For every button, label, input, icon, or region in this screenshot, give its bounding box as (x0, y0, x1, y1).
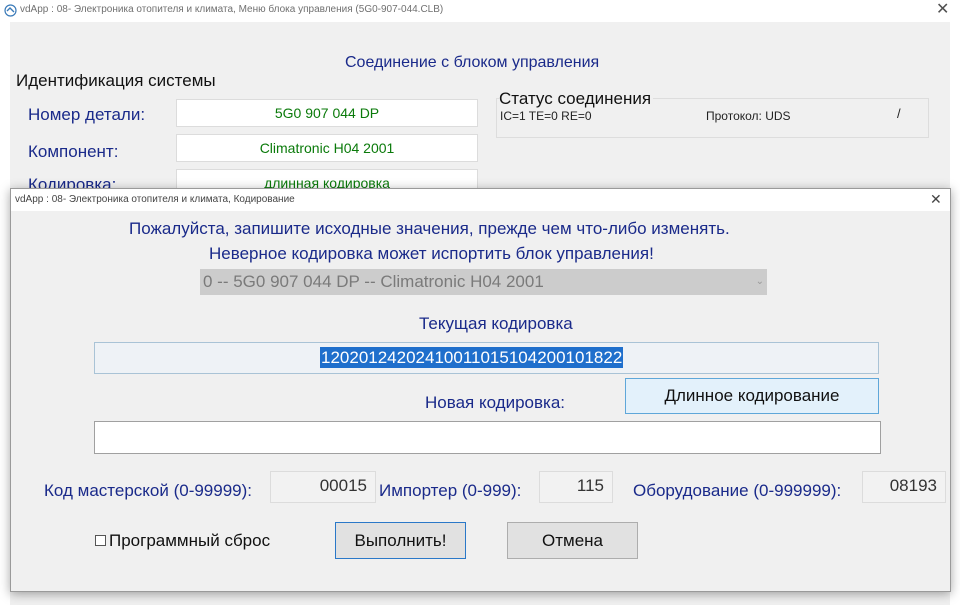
equipment-label: Оборудование (0-999999): (633, 481, 842, 500)
importer-field[interactable]: 115 (539, 471, 613, 503)
main-close-icon[interactable]: ✕ (936, 2, 949, 18)
status-indicator: / (897, 106, 901, 121)
warning-line-2: Неверное кодировка может испортить блок … (209, 244, 654, 263)
status-protocol: Протокол: UDS (706, 109, 791, 123)
importer-label: Импортер (0-999): (379, 481, 522, 500)
soft-reset-label[interactable]: Программный сброс (109, 531, 270, 551)
status-counters: IC=1 TE=0 RE=0 (500, 109, 592, 123)
component-select-value: 0 -- 5G0 907 044 DP -- Climatronic H04 2… (203, 272, 544, 291)
cancel-button[interactable]: Отмена (507, 522, 638, 559)
main-titlebar[interactable]: vdApp : 08- Электроника отопителя и клим… (0, 0, 960, 22)
current-coding-value[interactable]: 12020124202410011015104200101822 (320, 347, 624, 368)
component-label: Компонент: (28, 142, 119, 161)
dialog-close-icon[interactable]: ✕ (930, 192, 942, 206)
dialog-title: vdApp : 08- Электроника отопителя и клим… (15, 194, 295, 205)
workshop-code-field[interactable]: 00015 (270, 471, 376, 503)
coding-dialog: vdApp : 08- Электроника отопителя и клим… (10, 188, 951, 592)
new-coding-input[interactable] (94, 421, 881, 454)
dialog-titlebar[interactable]: vdApp : 08- Электроника отопителя и клим… (11, 189, 950, 211)
long-coding-button[interactable]: Длинное кодирование (625, 378, 879, 414)
app-icon (4, 4, 17, 17)
warning-line-1: Пожалуйста, запишите исходные значения, … (129, 219, 730, 238)
connection-heading: Соединение с блоком управления (345, 54, 600, 71)
component-field: Climatronic H04 2001 (176, 134, 478, 162)
part-number-label: Номер детали: (28, 105, 146, 124)
chevron-down-icon[interactable]: ⌄ (756, 269, 764, 295)
execute-button[interactable]: Выполнить! (335, 522, 466, 559)
component-select[interactable]: 0 -- 5G0 907 044 DP -- Climatronic H04 2… (200, 269, 767, 295)
main-window-title: vdApp : 08- Электроника отопителя и клим… (20, 4, 444, 15)
new-coding-label: Новая кодировка: (425, 393, 566, 412)
part-number-field: 5G0 907 044 DP (176, 99, 478, 127)
workshop-code-label: Код мастерской (0-99999): (44, 481, 253, 500)
current-coding-field[interactable]: 12020124202410011015104200101822 (94, 342, 879, 374)
equipment-field[interactable]: 08193 (862, 471, 946, 503)
status-heading: Статус соединения (499, 89, 654, 109)
soft-reset-checkbox[interactable] (95, 535, 106, 546)
identification-heading: Идентификация системы (16, 71, 216, 90)
current-coding-label: Текущая кодировка (419, 314, 573, 333)
